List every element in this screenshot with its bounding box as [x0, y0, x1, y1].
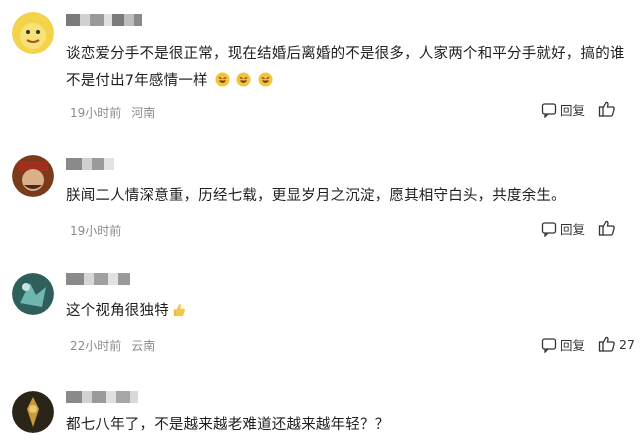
username-redacted[interactable] — [66, 158, 114, 170]
like-button[interactable] — [598, 100, 619, 118]
reply-label: 回复 — [560, 222, 586, 237]
like-button[interactable] — [598, 219, 619, 237]
reply-button[interactable]: 回复 — [541, 335, 585, 354]
comment-bubble-icon — [541, 102, 557, 118]
comment-text: 这个视角很独特 — [66, 298, 626, 325]
reply-button[interactable]: 回复 — [541, 219, 585, 238]
comment-meta: 22小时前 云南 — [70, 337, 155, 354]
thumbs-up-icon — [598, 101, 615, 117]
laughing-emoji-icon — [208, 72, 273, 89]
reply-label: 回复 — [560, 338, 586, 353]
like-button[interactable]: 27 — [598, 335, 635, 353]
reply-button[interactable]: 回复 — [541, 100, 585, 119]
comment-meta: 19小时前 — [70, 222, 121, 239]
timestamp: 19小时前 — [70, 106, 122, 120]
avatar[interactable] — [12, 273, 54, 315]
username-redacted[interactable] — [66, 391, 138, 403]
thumbs-up-emoji-icon — [173, 303, 185, 317]
comment-text: 谈恋爱分手不是很正常，现在结婚后离婚的不是很多，人家两个和平分手就好，搞的谁不是… — [66, 46, 625, 89]
location: 云南 — [131, 339, 156, 353]
timestamp: 22小时前 — [70, 339, 122, 353]
comment-bubble-icon — [541, 221, 557, 237]
username-redacted[interactable] — [66, 273, 130, 285]
comment-bubble-icon — [541, 337, 557, 353]
thumbs-up-icon — [598, 220, 615, 236]
avatar[interactable] — [12, 391, 54, 433]
avatar[interactable] — [12, 12, 54, 54]
comment-text: 朕闻二人情深意重，历经七载，更显岁月之沉淀，愿其相守白头，共度余生。 — [66, 188, 566, 204]
thumbs-up-icon — [598, 336, 615, 352]
timestamp: 19小时前 — [70, 224, 122, 238]
comment-meta: 19小时前 河南 — [70, 104, 155, 121]
reply-label: 回复 — [560, 103, 586, 118]
like-count: 27 — [619, 336, 635, 352]
username-redacted[interactable] — [66, 14, 142, 26]
location: 河南 — [131, 106, 156, 120]
avatar[interactable] — [12, 155, 54, 197]
comment-text: 都七八年了，不是越来越老难道还越来越年轻？？ — [66, 417, 390, 433]
